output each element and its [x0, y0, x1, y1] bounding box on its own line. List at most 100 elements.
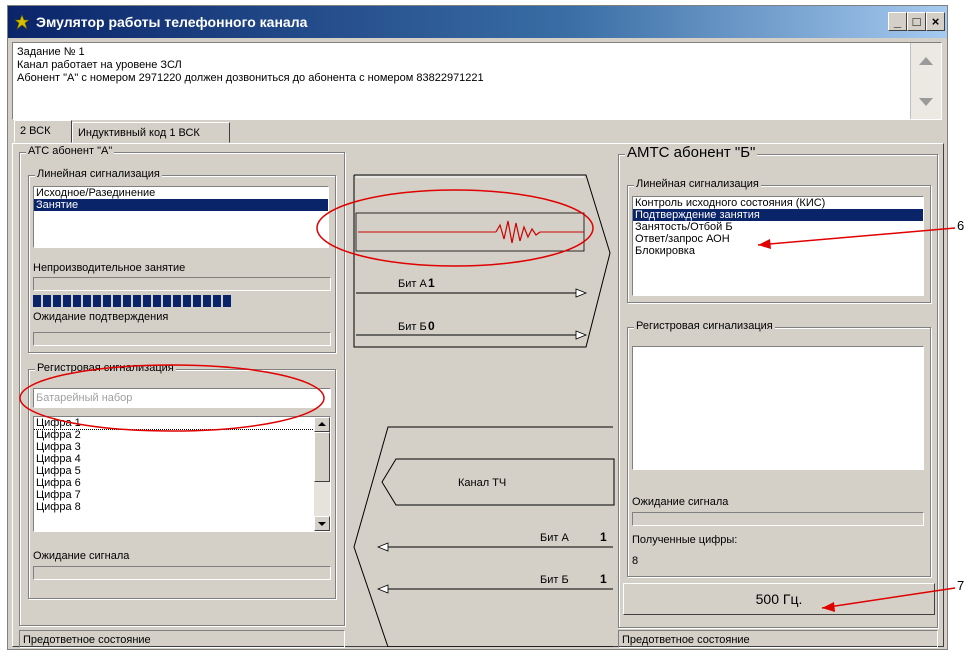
list-item[interactable]: Исходное/Разединение [34, 187, 328, 199]
digits-list[interactable]: Цифра 1 Цифра 2 Цифра 3 Цифра 4 Цифра 5 Цифра… [33, 416, 331, 532]
progress-block [183, 295, 191, 307]
bit-a-back-label: Бит А [540, 532, 569, 544]
bit-a-back-arrowhead [376, 542, 389, 552]
list-item[interactable]: Занятость/Отбой Б [633, 221, 923, 233]
list-item[interactable]: Подтверждение занятия [633, 209, 923, 221]
right-reg-sig-title: Регистровая сигнализация [634, 320, 775, 332]
left-line-sig-title: Линейная сигнализация [35, 168, 162, 180]
frequency-button[interactable]: 500 Гц. [623, 583, 935, 615]
list-item[interactable]: Блокировка [633, 245, 923, 257]
close-button[interactable]: × [926, 12, 945, 31]
list-item[interactable]: Цифра 4 [34, 453, 330, 465]
digits-scroll-up[interactable] [314, 417, 330, 432]
list-item[interactable]: Цифра 7 [34, 489, 330, 501]
scroll-up-icon[interactable] [919, 57, 933, 65]
task-scrollbar[interactable] [910, 43, 941, 119]
progress-block [73, 295, 81, 307]
progress-block [123, 295, 131, 307]
bit-b-back-value: 1 [600, 572, 607, 586]
list-item[interactable]: Цифра 2 [34, 429, 330, 441]
annotation-mark-7: 7 [957, 578, 964, 593]
list-item[interactable]: Цифра 8 [34, 501, 330, 513]
progress-block [133, 295, 141, 307]
list-item[interactable]: Цифра 3 [34, 441, 330, 453]
right-line-sig-group: Линейная сигнализация Контроль исходного… [627, 178, 931, 303]
right-status: Предответное состояние [618, 630, 938, 648]
bit-b-forward-arrowhead [575, 330, 588, 340]
amts-b-title: АМТС абонент "Б" [625, 144, 758, 161]
forward-arrow-top [353, 174, 611, 348]
task-textbox[interactable]: Задание № 1 Канал работает на уровене ЗС… [12, 42, 942, 120]
left-reg-sig-group: Регистровая сигнализация Батарейный набо… [28, 362, 336, 599]
bit-b-back-label: Бит Б [540, 574, 569, 586]
list-item[interactable]: Занятие [34, 199, 328, 211]
bit-a-forward-value: 1 [428, 276, 435, 290]
left-line-sig-group: Линейная сигнализация Исходное/Разединен… [28, 168, 336, 353]
app-window: Эмулятор работы телефонного канала _ □ ×… [7, 5, 948, 650]
bit-a-forward-label: Бит А [398, 278, 427, 290]
right-reg-sig-list[interactable] [632, 346, 924, 470]
digits-scroll-down[interactable] [314, 516, 330, 531]
bit-a-back-value: 1 [600, 530, 607, 544]
unproductive-progress [33, 294, 331, 308]
bit-b-back-arrowhead [376, 584, 389, 594]
window-title: Эмулятор работы телефонного канала [36, 14, 308, 30]
maximize-button[interactable]: □ [907, 12, 926, 31]
progress-block [43, 295, 51, 307]
list-item[interactable]: Цифра 1 [34, 417, 330, 430]
left-status: Предответное состояние [19, 630, 345, 648]
list-item[interactable]: Ответ/запрос АОН [633, 233, 923, 245]
await-confirm-field [33, 332, 331, 346]
amts-b-group: АМТС абонент "Б" Линейная сигнализация К… [618, 144, 938, 628]
list-item[interactable]: Цифра 6 [34, 477, 330, 489]
channel-diagram: Бит А 1 Бит Б 0 Канал ТЧ Бит А 1 Бит Б 1 [353, 174, 615, 647]
left-reg-sig-title: Регистровая сигнализация [35, 362, 176, 374]
left-await-signal-field [33, 566, 331, 580]
progress-block [153, 295, 161, 307]
digits-scrollbar[interactable] [314, 417, 330, 531]
scroll-down-icon[interactable] [919, 98, 933, 106]
tab-page: АТС абонент "А" Линейная сигнализация Ис… [12, 143, 944, 648]
digits-scroll-thumb[interactable] [314, 432, 330, 482]
tab-inductive-code[interactable]: Индуктивный код 1 ВСК [72, 122, 230, 143]
list-item[interactable]: Цифра 5 [34, 465, 330, 477]
progress-block [103, 295, 111, 307]
right-line-sig-list[interactable]: Контроль исходного состояния (КИС) Подтве… [632, 196, 924, 296]
dial-type-input[interactable]: Батарейный набор [33, 388, 331, 408]
task-line: Канал работает на уровене ЗСЛ [17, 59, 182, 71]
unproductive-field [33, 277, 331, 291]
progress-block [213, 295, 221, 307]
channel-tch-label: Канал ТЧ [458, 477, 506, 489]
title-bar: Эмулятор работы телефонного канала _ □ × [8, 6, 947, 38]
left-await-signal-label: Ожидание сигнала [33, 550, 130, 562]
bit-a-forward-arrowhead [575, 288, 588, 298]
ats-a-title: АТС абонент "А" [26, 145, 115, 157]
progress-block [83, 295, 91, 307]
minimize-button[interactable]: _ [888, 12, 907, 31]
progress-block [193, 295, 201, 307]
app-icon [14, 14, 30, 30]
received-digits-label: Полученные цифры: [632, 534, 738, 546]
progress-block [113, 295, 121, 307]
right-reg-sig-group: Регистровая сигнализация Ожидание сигнал… [627, 320, 931, 577]
task-line: Абонент "А" с номером 2971220 должен доз… [17, 72, 484, 84]
progress-block [203, 295, 211, 307]
progress-block [33, 295, 41, 307]
progress-block [143, 295, 151, 307]
progress-block [173, 295, 181, 307]
annotation-mark-6: 6 [957, 218, 964, 233]
progress-block [163, 295, 171, 307]
tab-2vsk[interactable]: 2 ВСК [14, 120, 72, 143]
right-await-signal-label: Ожидание сигнала [632, 496, 729, 508]
left-line-sig-list[interactable]: Исходное/Разединение Занятие [33, 186, 329, 248]
await-confirm-label: Ожидание подтверждения [33, 311, 169, 323]
bit-b-forward-label: Бит Б [398, 321, 427, 333]
list-item[interactable]: Контроль исходного состояния (КИС) [633, 197, 923, 209]
progress-block [63, 295, 71, 307]
bit-b-forward-value: 0 [428, 319, 435, 333]
progress-block [93, 295, 101, 307]
right-await-signal-field [632, 512, 924, 526]
ats-a-group: АТС абонент "А" Линейная сигнализация Ис… [19, 145, 345, 626]
received-digits-value: 8 [632, 555, 639, 567]
progress-block [223, 295, 231, 307]
